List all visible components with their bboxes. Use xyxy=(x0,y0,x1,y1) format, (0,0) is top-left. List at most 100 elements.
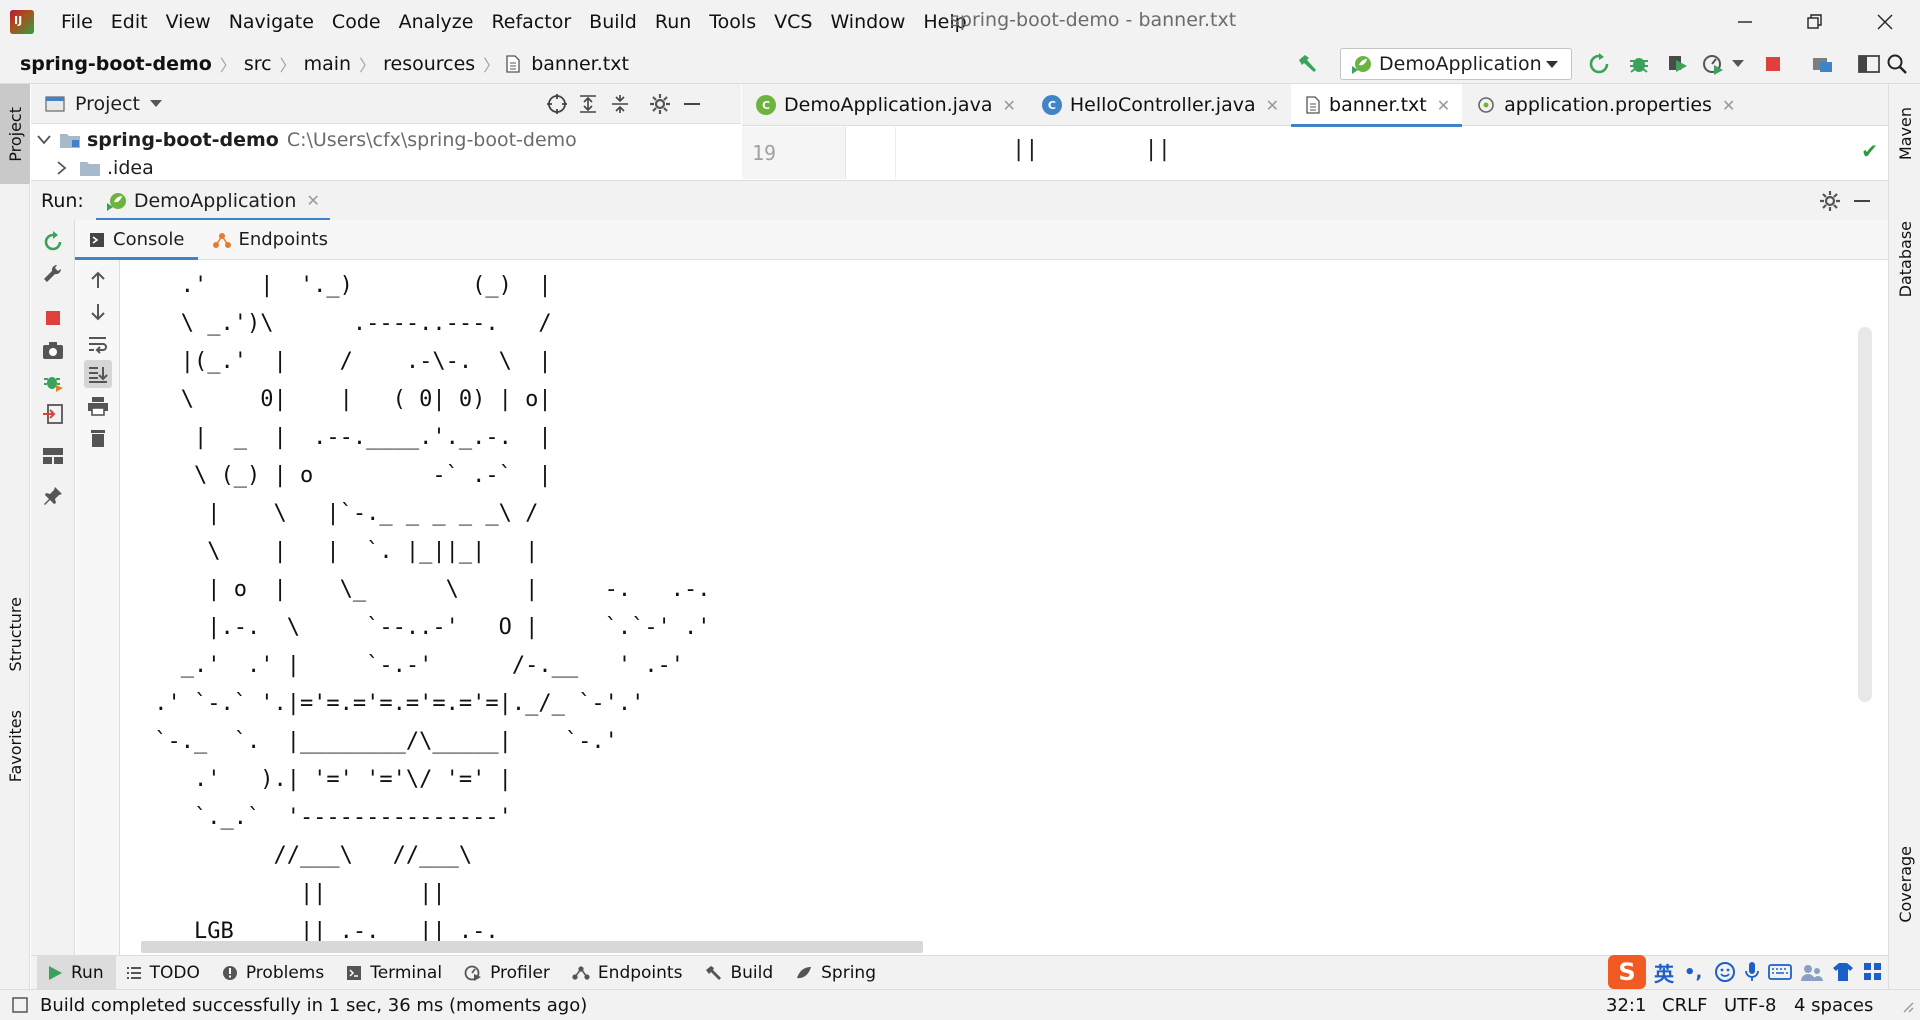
keyboard-icon[interactable] xyxy=(1768,963,1793,981)
build-project-button[interactable] xyxy=(1294,51,1320,77)
ime-language-toggle[interactable]: 英 xyxy=(1654,958,1674,987)
layout-action[interactable] xyxy=(39,442,67,470)
close-tab-icon[interactable]: ✕ xyxy=(1002,96,1015,115)
search-everywhere-button[interactable] xyxy=(1884,51,1910,77)
status-message[interactable]: Build completed successfully in 1 sec, 3… xyxy=(40,995,587,1016)
line-separator[interactable]: CRLF xyxy=(1662,995,1707,1016)
tab-application-properties[interactable]: application.properties ✕ xyxy=(1462,84,1747,126)
menu-analyze[interactable]: Analyze xyxy=(390,11,483,33)
close-tab-icon[interactable]: ✕ xyxy=(306,191,319,210)
close-tab-icon[interactable]: ✕ xyxy=(1722,96,1735,115)
clear-all-action[interactable] xyxy=(84,424,112,452)
menu-tools[interactable]: Tools xyxy=(700,11,765,33)
hide-panel-button[interactable] xyxy=(679,91,705,117)
menu-refactor[interactable]: Refactor xyxy=(482,11,580,33)
code-line[interactable]: || || xyxy=(1012,137,1171,162)
tool-tab-todo[interactable]: TODO xyxy=(116,956,212,990)
stop-action[interactable] xyxy=(39,304,67,332)
sogou-logo-icon[interactable]: S xyxy=(1608,955,1646,989)
search-everywhere-layout-button[interactable] xyxy=(1856,51,1882,77)
menu-run[interactable]: Run xyxy=(646,11,700,33)
breadcrumb-project[interactable]: spring-boot-demo xyxy=(16,53,216,75)
run-settings-button[interactable] xyxy=(1817,188,1843,214)
tab-hellocontroller-java[interactable]: C HelloController.java ✕ xyxy=(1028,84,1291,126)
project-tool-window-tab[interactable]: Project xyxy=(0,84,30,184)
more-run-options-button[interactable] xyxy=(1730,51,1746,77)
project-structure-button[interactable] xyxy=(1810,51,1836,77)
minimize-button[interactable] xyxy=(1716,0,1774,44)
tree-root-row[interactable]: spring-boot-demo C:\Users\cfx\spring-boo… xyxy=(31,126,577,154)
tab-endpoints[interactable]: Endpoints xyxy=(198,220,342,260)
users-icon[interactable] xyxy=(1800,962,1824,982)
project-panel-title[interactable]: Project xyxy=(75,93,140,115)
skin-shirt-icon[interactable] xyxy=(1832,962,1854,982)
scroll-to-end-action[interactable] xyxy=(84,360,112,388)
menu-edit[interactable]: Edit xyxy=(102,11,157,33)
maven-tool-window-tab[interactable]: Maven xyxy=(1889,94,1920,174)
tool-tab-profiler[interactable]: Profiler xyxy=(454,956,562,990)
breadcrumb-resources[interactable]: resources xyxy=(379,53,479,75)
ime-punctuation-toggle[interactable]: •, xyxy=(1684,962,1702,983)
tool-tab-problems[interactable]: Problems xyxy=(212,956,336,990)
expand-all-button[interactable] xyxy=(575,91,601,117)
stop-button[interactable] xyxy=(1760,51,1786,77)
coverage-tool-window-tab[interactable]: Coverage xyxy=(1889,834,1920,934)
profile-button[interactable] xyxy=(1700,51,1726,77)
run-configuration-dropdown[interactable]: DemoApplication xyxy=(1340,48,1572,80)
close-tab-icon[interactable]: ✕ xyxy=(1437,96,1450,115)
menu-vcs[interactable]: VCS xyxy=(765,11,821,33)
soft-wrap-action[interactable] xyxy=(84,330,112,358)
edit-configuration-action[interactable] xyxy=(39,260,67,288)
structure-tool-window-tab[interactable]: Structure xyxy=(0,584,30,684)
close-window-button[interactable] xyxy=(1856,0,1914,44)
dump-threads-action[interactable] xyxy=(39,336,67,364)
breadcrumb-src[interactable]: src xyxy=(240,53,276,75)
toggle-tool-windows-icon[interactable] xyxy=(12,997,28,1013)
emoji-icon[interactable] xyxy=(1714,961,1736,983)
tab-console[interactable]: Console xyxy=(75,220,199,260)
pin-tab-action[interactable] xyxy=(39,482,67,510)
horizontal-scrollbar[interactable] xyxy=(141,941,923,953)
print-action[interactable] xyxy=(84,392,112,420)
rerun-button[interactable] xyxy=(1586,51,1612,77)
microphone-icon[interactable] xyxy=(1744,961,1760,983)
menu-code[interactable]: Code xyxy=(323,11,390,33)
hide-run-panel-button[interactable] xyxy=(1849,188,1875,214)
close-tab-icon[interactable]: ✕ xyxy=(1266,96,1279,115)
scroll-up-action[interactable] xyxy=(84,266,112,294)
tool-tab-build[interactable]: Build xyxy=(694,956,785,990)
chevron-down-icon[interactable] xyxy=(150,99,163,108)
menu-build[interactable]: Build xyxy=(580,11,646,33)
console-output[interactable]: .' | '._) (_) | \ _.')\ .----..---. / |(… xyxy=(121,261,1888,955)
tab-banner-txt[interactable]: banner.txt ✕ xyxy=(1291,84,1463,127)
chevron-right-icon[interactable] xyxy=(57,161,67,175)
tool-tab-endpoints[interactable]: Endpoints xyxy=(562,956,695,990)
menu-navigate[interactable]: Navigate xyxy=(220,11,323,33)
menu-view[interactable]: View xyxy=(157,11,220,33)
locate-file-button[interactable] xyxy=(544,91,570,117)
restore-button[interactable] xyxy=(1786,0,1844,44)
breadcrumb-main[interactable]: main xyxy=(300,53,355,75)
chevron-down-icon[interactable] xyxy=(37,135,51,145)
database-tool-window-tab[interactable]: Database xyxy=(1889,204,1920,314)
indent-setting[interactable]: 4 spaces xyxy=(1794,995,1873,1016)
tool-tab-run[interactable]: Run xyxy=(37,955,116,990)
rerun-action[interactable] xyxy=(39,228,67,256)
tree-idea-row[interactable]: .idea xyxy=(57,154,154,180)
breadcrumb-file[interactable]: banner.txt xyxy=(527,53,633,75)
editor-area[interactable]: 19 || || ✔ xyxy=(742,127,1888,179)
menu-window[interactable]: Window xyxy=(821,11,914,33)
collapse-all-button[interactable] xyxy=(607,91,633,117)
vertical-scrollbar[interactable] xyxy=(1858,327,1872,702)
menu-file[interactable]: File xyxy=(52,11,102,33)
debug-action[interactable] xyxy=(39,368,67,396)
run-with-coverage-button[interactable] xyxy=(1664,51,1690,77)
debug-button[interactable] xyxy=(1626,51,1652,77)
exit-action[interactable] xyxy=(39,400,67,428)
grid-menu-icon[interactable] xyxy=(1862,961,1884,983)
tool-tab-spring[interactable]: Spring xyxy=(785,956,888,990)
caret-position[interactable]: 32:1 xyxy=(1606,995,1646,1016)
tool-tab-terminal[interactable]: Terminal xyxy=(336,956,454,990)
run-tab-demoapplication[interactable]: DemoApplication ✕ xyxy=(95,181,330,221)
favorites-tool-window-tab[interactable]: Favorites xyxy=(0,694,30,799)
